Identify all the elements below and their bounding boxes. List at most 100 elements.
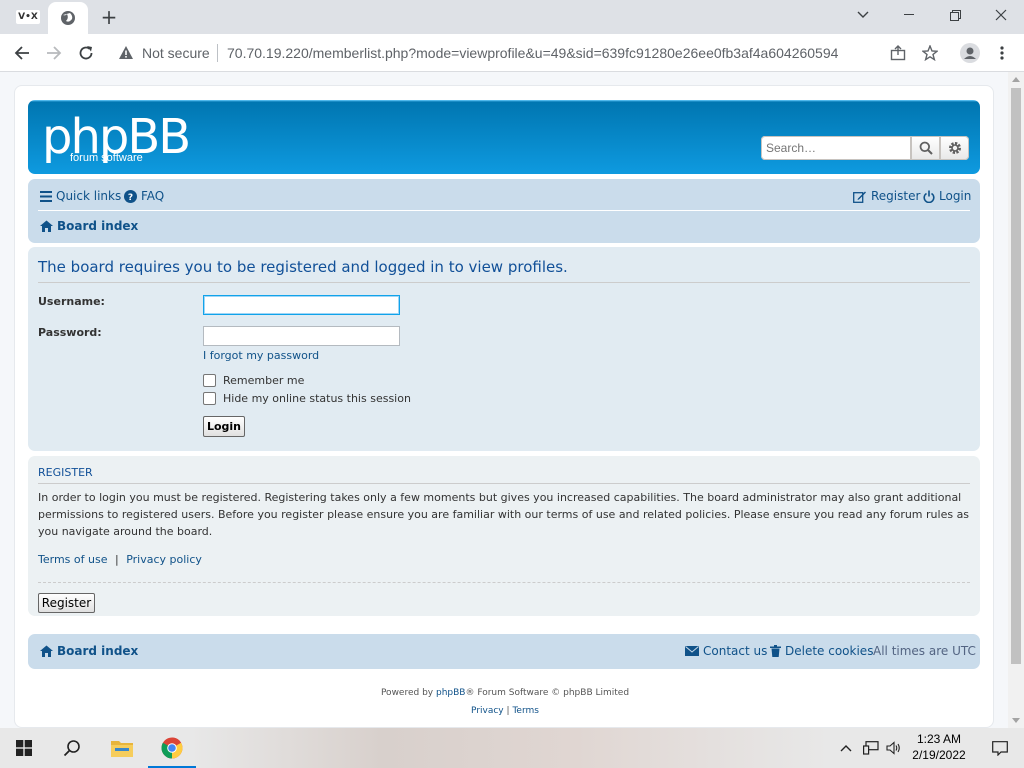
privacy-policy-link[interactable]: Privacy policy: [126, 553, 202, 566]
hamburger-icon: [40, 190, 52, 202]
url-text[interactable]: 70.70.19.220/memberlist.php?mode=viewpro…: [227, 45, 838, 61]
bookmark-button[interactable]: [916, 39, 944, 67]
pinned-tab-icon: V•X: [16, 10, 40, 24]
login-button[interactable]: Login: [203, 416, 245, 437]
delete-cookies-label: Delete cookies: [785, 644, 874, 658]
menu-button[interactable]: [988, 39, 1016, 67]
network-icon: [863, 741, 879, 755]
footer-privacy-link[interactable]: Privacy: [471, 706, 504, 716]
reload-icon: [79, 46, 93, 60]
power-icon: [923, 190, 935, 203]
reload-button[interactable]: [72, 39, 100, 67]
chrome-taskbar-button[interactable]: [148, 728, 196, 768]
search-icon: [919, 141, 933, 155]
share-button[interactable]: [884, 39, 912, 67]
scroll-down-arrow-icon[interactable]: [1012, 718, 1020, 723]
edit-icon: [853, 191, 866, 203]
search-button[interactable]: [911, 136, 940, 160]
start-button[interactable]: [0, 728, 48, 768]
advanced-search-button[interactable]: [940, 136, 969, 160]
page-scrollbar[interactable]: [1008, 72, 1024, 728]
login-link[interactable]: Login: [923, 189, 971, 203]
login-required-message: The board requires you to be registered …: [38, 258, 568, 276]
checkbox-box[interactable]: [203, 374, 216, 387]
tab-search-button[interactable]: [840, 0, 886, 30]
system-clock[interactable]: 1:23 AM 2/19/2022: [906, 731, 972, 763]
pinned-tab[interactable]: V•X: [14, 6, 42, 28]
remember-me-label: Remember me: [223, 374, 305, 387]
close-icon: [995, 9, 1007, 21]
tray-overflow-button[interactable]: [834, 728, 858, 768]
policy-links: Terms of use | Privacy policy: [38, 553, 202, 566]
search-input[interactable]: [761, 136, 911, 160]
active-tab[interactable]: [48, 2, 88, 34]
footer-nav: Board index Contact us Delete cookies Al…: [28, 634, 980, 669]
globe-icon: [61, 11, 75, 25]
timezone-note: All times are UTC: [873, 644, 976, 658]
phpbb-logo[interactable]: phpBB forum software: [42, 112, 191, 164]
register-link[interactable]: Register: [853, 189, 920, 203]
password-field[interactable]: [203, 326, 400, 346]
footer-link-separator: |: [506, 706, 510, 716]
page-viewport: phpBB forum software Quick links ? FAQ: [0, 72, 1008, 728]
forgot-password-link[interactable]: I forgot my password: [203, 349, 319, 362]
username-field[interactable]: [203, 295, 400, 315]
footer-terms-link[interactable]: Terms: [512, 706, 539, 716]
register-button[interactable]: Register: [38, 593, 95, 613]
footer-board-index[interactable]: Board index: [40, 644, 138, 658]
gear-icon: [948, 142, 961, 154]
file-explorer-button[interactable]: [98, 728, 146, 768]
username-label: Username:: [38, 295, 105, 308]
new-tab-button[interactable]: +: [96, 4, 122, 30]
remember-me-checkbox[interactable]: Remember me: [203, 374, 304, 387]
plus-icon: +: [100, 5, 118, 29]
footer-links-line: Privacy | Terms: [15, 702, 995, 720]
scroll-up-arrow-icon[interactable]: [1012, 77, 1020, 82]
scroll-thumb[interactable]: [1011, 88, 1021, 664]
action-center-button[interactable]: [976, 728, 1024, 768]
faq-link[interactable]: ? FAQ: [124, 189, 164, 203]
close-button[interactable]: [978, 0, 1024, 30]
browser-toolbar: Not secure 70.70.19.220/memberlist.php?m…: [0, 34, 1024, 72]
windows-taskbar: 1:23 AM 2/19/2022: [0, 728, 1024, 768]
checkbox-box[interactable]: [203, 392, 216, 405]
contact-us-link[interactable]: Contact us: [685, 644, 767, 658]
footer-board-index-label: Board index: [57, 644, 139, 658]
network-button[interactable]: [860, 728, 882, 768]
minimize-button[interactable]: [886, 0, 932, 30]
register-dashed-divider: [38, 582, 970, 583]
restore-button[interactable]: [932, 0, 978, 30]
phpbb-link[interactable]: phpBB: [436, 688, 465, 698]
quick-links-menu[interactable]: Quick links: [40, 189, 121, 203]
quick-links-label: Quick links: [56, 189, 122, 203]
powered-prefix: Powered by: [380, 688, 434, 698]
delete-cookies-link[interactable]: Delete cookies: [770, 644, 873, 658]
powered-by-line: Powered by phpBB® Forum Software © phpBB…: [15, 684, 995, 702]
address-bar[interactable]: Not secure 70.70.19.220/memberlist.php?m…: [108, 38, 948, 68]
minimize-icon: [904, 14, 914, 15]
password-label: Password:: [38, 326, 102, 339]
hide-status-checkbox[interactable]: Hide my online status this session: [203, 392, 411, 405]
arrow-right-icon: [47, 46, 62, 60]
chrome-icon: [161, 737, 183, 759]
trash-icon: [770, 645, 781, 657]
panel-divider: [38, 282, 970, 283]
omnibox-divider: [217, 44, 218, 62]
register-panel: REGISTER In order to login you must be r…: [28, 456, 980, 616]
speaker-icon: [886, 741, 900, 755]
restore-icon: [949, 9, 961, 21]
nav-divider: [38, 210, 970, 211]
svg-text:?: ?: [128, 193, 133, 203]
back-button[interactable]: [8, 39, 36, 67]
taskbar-search-button[interactable]: [48, 728, 96, 768]
contact-us-label: Contact us: [703, 644, 768, 658]
forward-button[interactable]: [40, 39, 68, 67]
terms-of-use-link[interactable]: Terms of use: [38, 553, 107, 566]
profile-button[interactable]: [956, 39, 984, 67]
breadcrumb-board-index[interactable]: Board index: [40, 219, 138, 233]
board-index-label: Board index: [57, 219, 139, 233]
home-icon: [40, 220, 53, 232]
hide-status-label: Hide my online status this session: [223, 392, 411, 405]
volume-button[interactable]: [883, 728, 905, 768]
question-circle-icon: ?: [124, 189, 137, 203]
